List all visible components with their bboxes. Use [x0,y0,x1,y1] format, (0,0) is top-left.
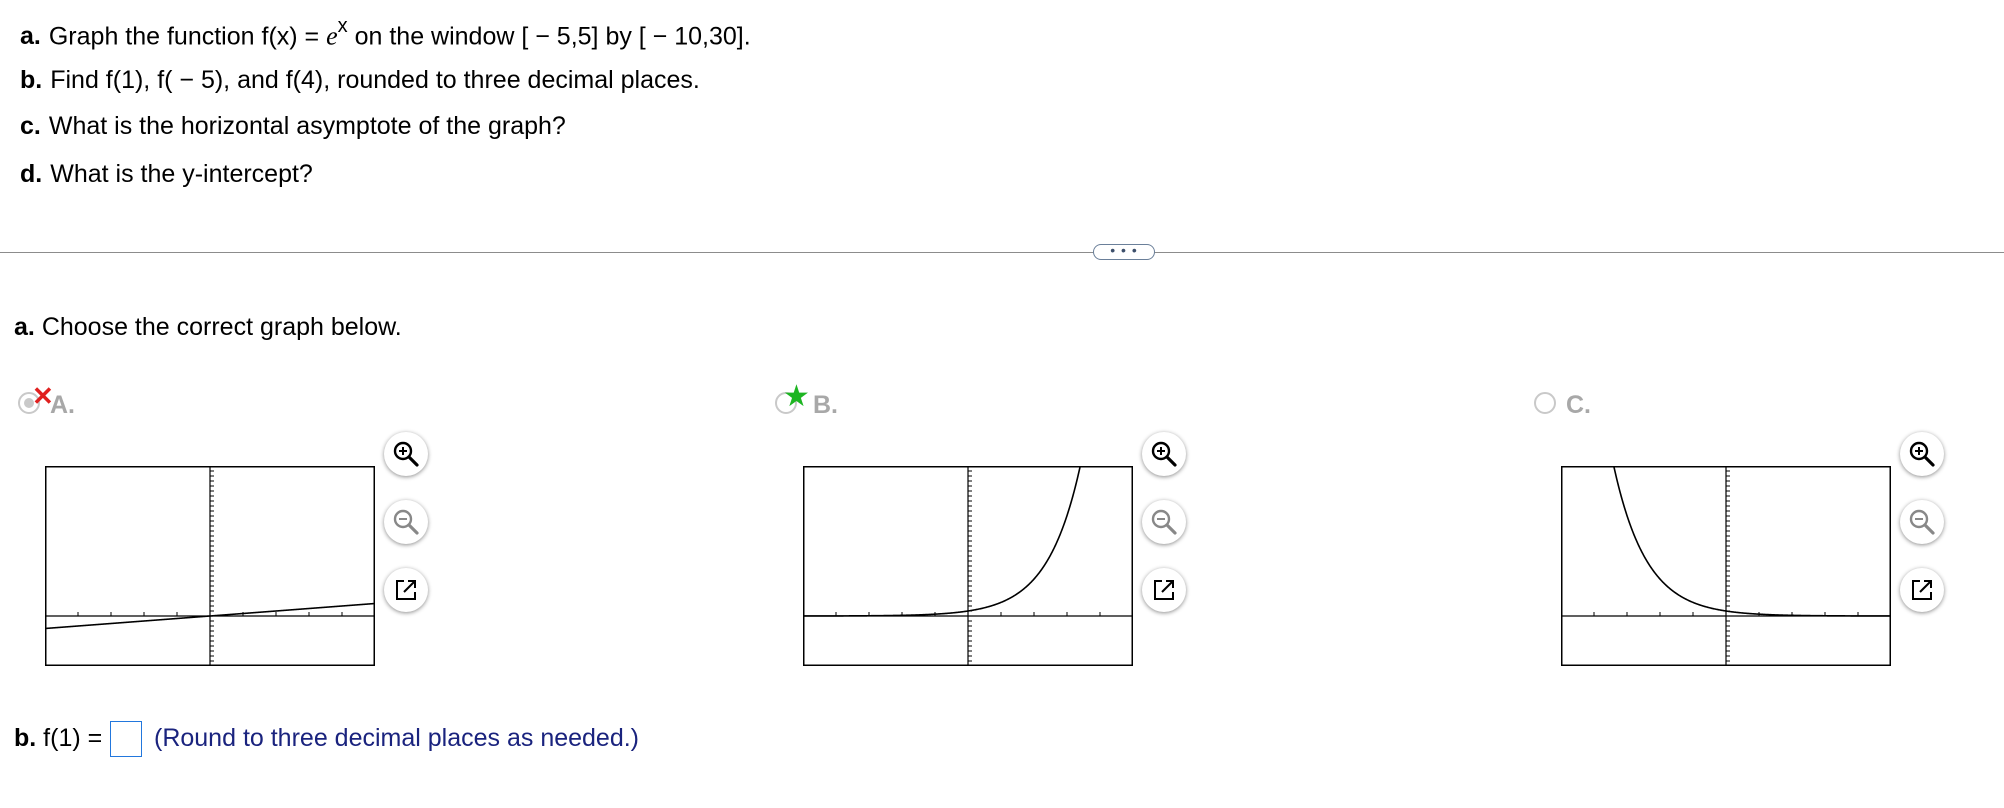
part-a-prompt: a. Choose the correct graph below. [14,313,402,341]
f1-answer-input[interactable] [110,721,142,757]
part-label: a. [20,22,41,51]
option-c-radio[interactable] [1534,392,1556,414]
popout-button[interactable] [1142,568,1186,612]
option-b[interactable]: ★ B. [775,380,895,425]
popout-icon [1912,580,1932,600]
option-a-label: A. [50,391,75,419]
popout-icon [396,580,416,600]
y-axis [1725,466,1730,666]
popout-button[interactable] [384,568,428,612]
question-part-c: c. What is the horizontal asymptote of th… [20,112,566,140]
part-label: b. [20,66,43,94]
zoom-out-button[interactable] [1142,500,1186,544]
zoom-in-button[interactable] [1142,432,1186,476]
option-c[interactable]: C. [1534,385,1654,425]
zoom-out-button[interactable] [384,500,428,544]
zoom-out-icon [393,509,419,535]
part-label: c. [20,112,41,140]
zoom-in-icon [393,441,419,467]
zoom-in-icon [1909,441,1935,467]
option-a[interactable]: ✕ A. [18,381,138,425]
zoom-in-button[interactable] [384,432,428,476]
zoom-out-icon [1151,509,1177,535]
expand-button[interactable]: • • • [1093,243,1155,260]
graph-option-a [45,466,375,666]
correct-star-icon: ★ [783,380,810,413]
y-axis [967,466,972,666]
question-part-b: b. Find f(1), f( − 5), and f(4), rounded … [20,66,700,94]
question-part-a: a. Graph the function f(x) = ex on the wi… [20,15,751,51]
option-c-label: C. [1566,391,1591,419]
part-label: d. [20,160,43,188]
zoom-out-icon [1909,509,1935,535]
section-divider [0,252,2004,253]
question-part-d: d. What is the y-intercept? [20,160,313,188]
zoom-in-icon [1151,441,1177,467]
zoom-out-button[interactable] [1900,500,1944,544]
popout-button[interactable] [1900,568,1944,612]
graph-option-b [803,466,1133,666]
zoom-in-button[interactable] [1900,432,1944,476]
popout-icon [1154,580,1174,600]
graph-option-c [1561,466,1891,666]
rounding-hint: (Round to three decimal places as needed… [154,724,640,752]
y-axis [209,466,214,666]
option-b-label: B. [813,391,838,419]
